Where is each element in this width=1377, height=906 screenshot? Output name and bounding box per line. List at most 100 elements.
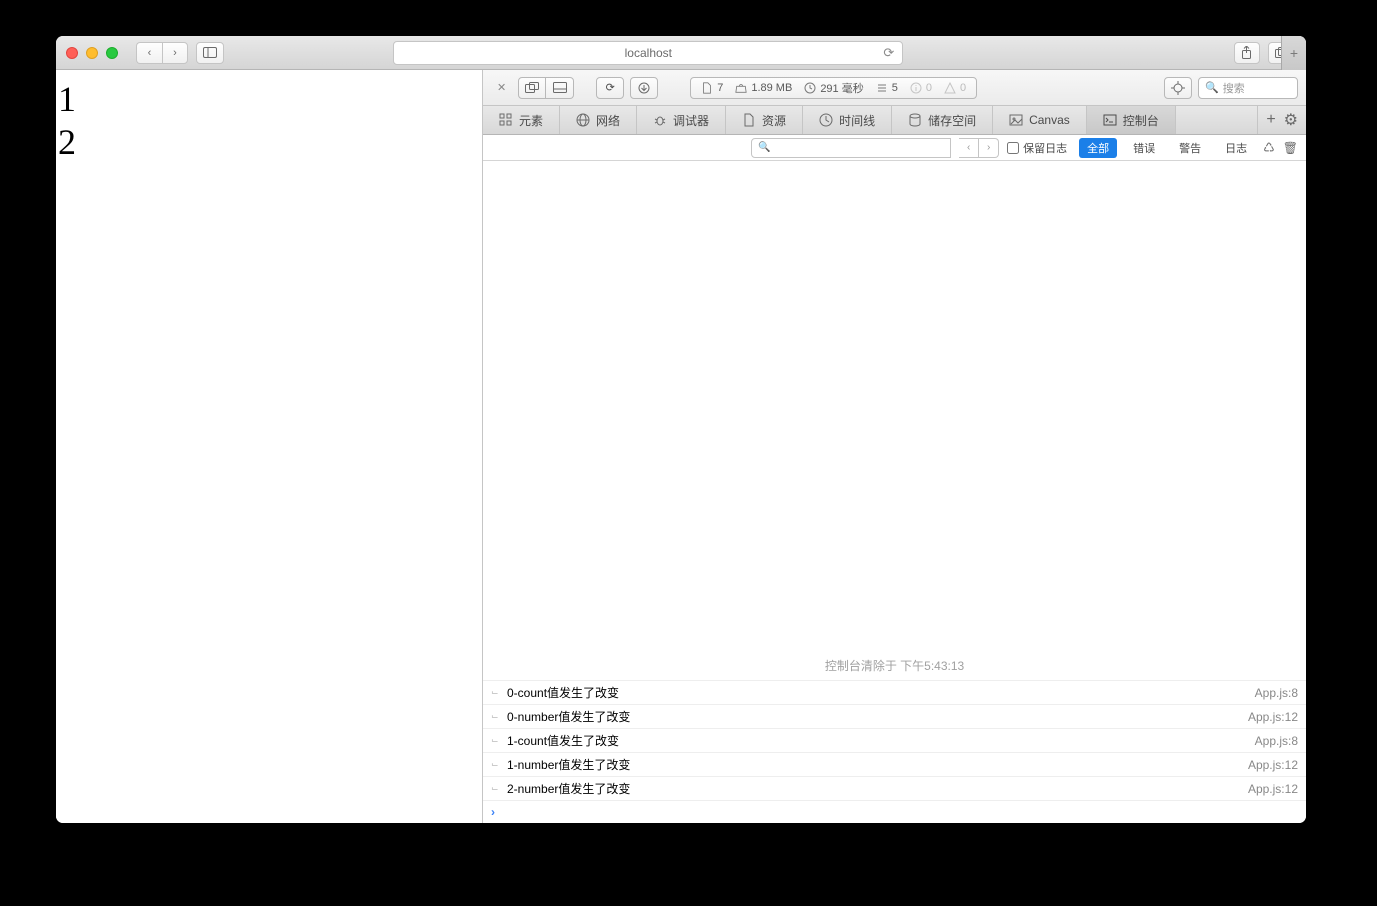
console-logs: ⌙0-count值发生了改变App.js:8⌙0-number值发生了改变App… — [483, 680, 1306, 800]
stat-time: 291 毫秒 — [798, 80, 869, 96]
tab-network[interactable]: 网络 — [560, 106, 637, 134]
stat-logs: 5 — [870, 82, 904, 94]
console-filterbar: 🔍 ‹ › 保留日志 全部 错误 警告 日志 ♺ 🗑 — [483, 135, 1306, 161]
devtools-panel: ✕ ⟳ 7 1.89 MB 291 毫秒 5 0 0 — [482, 70, 1306, 823]
dock-buttons — [518, 77, 574, 99]
inspect-button[interactable] — [1164, 77, 1192, 99]
url-text: localhost — [625, 46, 672, 60]
tab-resources[interactable]: 资源 — [726, 106, 803, 134]
console-log-row[interactable]: ⌙0-number值发生了改变App.js:12 — [483, 704, 1306, 728]
content-area: 1 2 ✕ ⟳ 7 1.89 MB 291 毫秒 5 0 — [56, 70, 1306, 823]
stat-warn: 0 — [938, 82, 972, 94]
chevron-right-icon: › — [173, 47, 177, 59]
console-log-row[interactable]: ⌙1-count值发生了改变App.js:8 — [483, 728, 1306, 752]
tab-console[interactable]: 控制台 — [1087, 106, 1176, 134]
log-source[interactable]: App.js:8 — [1255, 686, 1298, 700]
console-icon — [1103, 113, 1117, 127]
tab-timeline[interactable]: 时间线 — [803, 106, 892, 134]
maximize-window-button[interactable] — [106, 47, 118, 59]
close-window-button[interactable] — [66, 47, 78, 59]
popout-icon — [525, 82, 539, 93]
prompt-icon: › — [491, 805, 495, 819]
log-message: 0-count值发生了改变 — [507, 684, 1255, 701]
log-message: 2-number值发生了改变 — [507, 780, 1248, 797]
reload-button[interactable]: ⟳ — [596, 77, 624, 99]
log-source[interactable]: App.js:12 — [1248, 710, 1298, 724]
console-log-row[interactable]: ⌙ 2-number值发生了改变App.js:12 — [483, 776, 1306, 800]
target-icon — [1171, 81, 1185, 95]
trash-icon[interactable]: 🗑 — [1283, 141, 1298, 155]
address-bar[interactable]: localhost ⟳ — [393, 41, 903, 65]
chevron-left-icon: ‹ — [148, 47, 152, 59]
elements-icon — [499, 113, 513, 127]
devtools-search[interactable]: 🔍 搜索 — [1198, 77, 1298, 99]
window-controls — [66, 47, 118, 59]
log-source[interactable]: App.js:12 — [1248, 758, 1298, 772]
console-log-row[interactable]: ⌙ 0-count值发生了改变App.js:8 — [483, 680, 1306, 704]
close-devtools-button[interactable]: ✕ — [491, 77, 512, 99]
filter-warning[interactable]: 警告 — [1171, 138, 1209, 158]
close-icon: ✕ — [497, 81, 506, 94]
search-placeholder: 搜索 — [1223, 80, 1245, 96]
settings-icon[interactable]: ⚙ — [1284, 110, 1298, 130]
filter-next-button[interactable]: › — [979, 138, 999, 158]
log-indent-icon: ⌙ — [491, 759, 501, 770]
sidebar-icon — [203, 47, 217, 58]
log-indent-icon: ⌙ — [491, 783, 501, 794]
recycle-icon[interactable]: ♺ — [1263, 140, 1275, 156]
filter-nav: ‹ › — [959, 138, 999, 158]
titlebar: ‹ › localhost ⟳ — [56, 36, 1306, 70]
share-button[interactable] — [1234, 42, 1260, 64]
dock-popout-button[interactable] — [518, 77, 546, 99]
nav-back-forward: ‹ › — [136, 42, 188, 64]
console-scroll[interactable]: 控制台清除于 下午5:43:13 ⌙0-count值发生了改变App.js:8⌙… — [483, 161, 1306, 823]
stat-files: 7 — [695, 82, 729, 94]
add-tab-button[interactable]: + — [1266, 111, 1275, 129]
console-prompt[interactable]: › — [483, 800, 1306, 823]
log-source[interactable]: App.js:8 — [1255, 734, 1298, 748]
filter-error[interactable]: 错误 — [1125, 138, 1163, 158]
tabs-extra: + ⚙ — [1257, 106, 1306, 134]
tab-debugger[interactable]: 调试器 — [637, 106, 726, 134]
console-cleared-message: 控制台清除于 下午5:43:13 — [483, 651, 1306, 680]
devtools-tabs: 元素 网络 调试器 资源 时间线 储存空间 Canvas 控制台 + ⚙ — [483, 106, 1306, 135]
console-log-row[interactable]: ⌙ 1-number值发生了改变App.js:12 — [483, 752, 1306, 776]
console-filter-input[interactable]: 🔍 — [751, 138, 951, 158]
dock-bottom-button[interactable] — [546, 77, 574, 99]
list-icon — [876, 82, 888, 94]
sidebar-button[interactable] — [196, 42, 224, 64]
back-button[interactable]: ‹ — [136, 42, 162, 64]
devtools-toolbar: ✕ ⟳ 7 1.89 MB 291 毫秒 5 0 0 — [483, 70, 1306, 106]
log-indent-icon: ⌙ — [491, 711, 501, 722]
filter-all[interactable]: 全部 — [1079, 138, 1117, 158]
reload-icon[interactable]: ⟳ — [883, 45, 894, 61]
stat-info: 0 — [904, 82, 938, 94]
minimize-window-button[interactable] — [86, 47, 98, 59]
log-indent-icon: ⌙ — [491, 735, 501, 746]
warning-icon — [944, 82, 956, 94]
clock-icon — [819, 113, 833, 127]
page-text-line: 1 — [56, 78, 482, 121]
stat-size: 1.89 MB — [729, 82, 798, 94]
network-icon — [576, 113, 590, 127]
download-button[interactable] — [630, 77, 658, 99]
filter-log[interactable]: 日志 — [1217, 138, 1255, 158]
filter-pills: 全部 错误 警告 日志 ♺ 🗑 — [1079, 138, 1298, 158]
reload-icon: ⟳ — [606, 81, 615, 94]
forward-button[interactable]: › — [162, 42, 188, 64]
dock-icon — [553, 82, 567, 93]
keep-log-checkbox[interactable]: 保留日志 — [1007, 140, 1067, 156]
tab-canvas[interactable]: Canvas — [993, 106, 1087, 134]
keep-log-input[interactable] — [1007, 142, 1019, 154]
tab-storage[interactable]: 储存空间 — [892, 106, 993, 134]
tab-elements[interactable]: 元素 — [483, 106, 560, 134]
share-icon — [1241, 46, 1252, 59]
filter-prev-button[interactable]: ‹ — [959, 138, 979, 158]
new-tab-button[interactable]: + — [1281, 36, 1306, 70]
log-message: 1-number值发生了改变 — [507, 756, 1248, 773]
log-indent-icon: ⌙ — [491, 687, 501, 698]
log-source[interactable]: App.js:12 — [1248, 782, 1298, 796]
file-icon — [742, 113, 756, 127]
stats-box: 7 1.89 MB 291 毫秒 5 0 0 — [690, 77, 977, 99]
plus-icon: + — [1290, 45, 1298, 61]
